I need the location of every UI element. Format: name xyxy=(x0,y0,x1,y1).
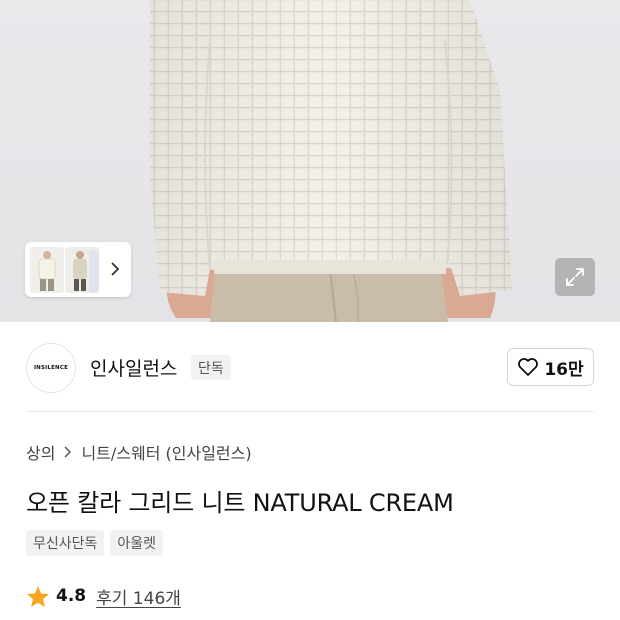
star-icon xyxy=(27,585,49,607)
breadcrumb-item-category[interactable]: 상의 xyxy=(26,440,55,464)
breadcrumb-item-subcategory[interactable]: 니트/스웨터 (인사일런스) xyxy=(81,440,251,464)
brand-row: INSILENCE 인사일런스 단독 16만 xyxy=(0,322,620,412)
rating: 4.8 후기 146개 xyxy=(26,583,181,609)
rating-score: 4.8 xyxy=(56,586,87,606)
like-button[interactable]: 16만 xyxy=(507,348,594,386)
product-tags: 무신사단독 아울렛 xyxy=(26,530,164,556)
tag-musinsa-exclusive: 무신사단독 xyxy=(26,530,105,556)
product-image[interactable] xyxy=(0,0,620,322)
product-title: 오픈 칼라 그리드 니트 NATURAL CREAM xyxy=(26,489,454,517)
like-count: 16만 xyxy=(544,359,584,380)
tag-outlet: 아울렛 xyxy=(110,530,164,556)
expand-icon xyxy=(566,268,584,286)
expand-image-button[interactable] xyxy=(555,258,595,296)
brand-logo[interactable]: INSILENCE xyxy=(26,343,76,393)
thumbnail-strip[interactable] xyxy=(25,242,131,297)
breadcrumb: 상의 니트/스웨터 (인사일런스) xyxy=(26,440,252,464)
exclusive-badge: 단독 xyxy=(191,355,231,380)
brand-logo-text: INSILENCE xyxy=(33,365,69,371)
heart-outline-icon xyxy=(518,358,539,376)
divider xyxy=(26,411,594,412)
thumbnail-1[interactable] xyxy=(30,246,64,293)
chevron-right-icon[interactable] xyxy=(107,260,123,278)
reviews-link[interactable]: 후기 146개 xyxy=(96,584,181,609)
chevron-right-icon xyxy=(63,445,73,459)
brand-name[interactable]: 인사일런스 xyxy=(90,354,177,381)
thumbnail-2[interactable] xyxy=(65,246,99,293)
